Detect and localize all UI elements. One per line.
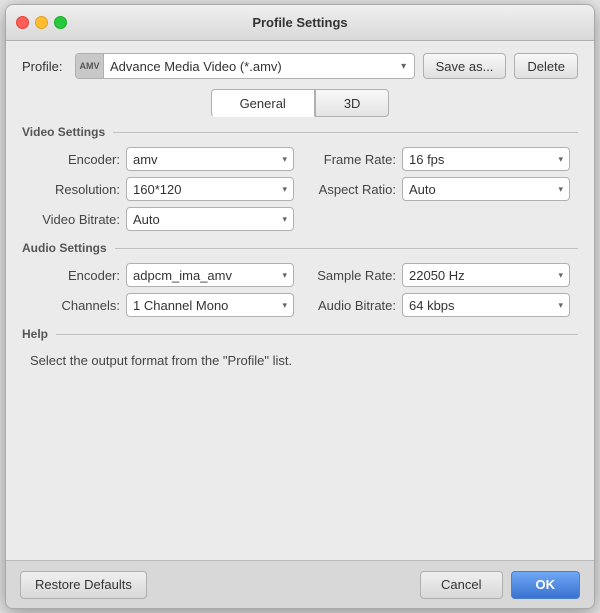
audio-encoder-label: Encoder: bbox=[30, 268, 120, 283]
encoder-value: amv bbox=[133, 152, 278, 167]
save-as-button[interactable]: Save as... bbox=[423, 53, 507, 79]
video-bitrate-select[interactable]: Auto ▾ bbox=[126, 207, 294, 231]
audio-section-line bbox=[115, 248, 578, 249]
profile-icon: AMV bbox=[76, 54, 104, 78]
help-title: Help bbox=[22, 327, 48, 341]
profile-dropdown-arrow-icon: ▾ bbox=[394, 61, 414, 72]
encoder-field-row: Encoder: amv ▾ bbox=[30, 147, 294, 171]
tab-bar: General 3D bbox=[22, 89, 578, 117]
resolution-select[interactable]: 160*120 ▾ bbox=[126, 177, 294, 201]
video-settings-section: Video Settings Encoder: amv ▾ Frame Rate… bbox=[22, 125, 578, 231]
frame-rate-field-row: Frame Rate: 16 fps ▾ bbox=[306, 147, 570, 171]
restore-defaults-button[interactable]: Restore Defaults bbox=[20, 571, 147, 599]
help-header: Help bbox=[22, 327, 578, 341]
audio-encoder-select[interactable]: adpcm_ima_amv ▾ bbox=[126, 263, 294, 287]
resolution-arrow-icon: ▾ bbox=[282, 184, 287, 195]
sample-rate-arrow-icon: ▾ bbox=[558, 270, 563, 281]
sample-rate-select[interactable]: 22050 Hz ▾ bbox=[402, 263, 570, 287]
aspect-ratio-field-row: Aspect Ratio: Auto ▾ bbox=[306, 177, 570, 201]
frame-rate-select[interactable]: 16 fps ▾ bbox=[402, 147, 570, 171]
channels-arrow-icon: ▾ bbox=[282, 300, 287, 311]
profile-select-text: Advance Media Video (*.amv) bbox=[104, 59, 394, 74]
title-bar: Profile Settings bbox=[6, 5, 594, 41]
bottom-bar: Restore Defaults Cancel OK bbox=[6, 560, 594, 608]
window-content: Profile: AMV Advance Media Video (*.amv)… bbox=[6, 41, 594, 560]
window-controls bbox=[16, 16, 67, 29]
help-section-line bbox=[56, 334, 578, 335]
audio-bitrate-select[interactable]: 64 kbps ▾ bbox=[402, 293, 570, 317]
channels-select[interactable]: 1 Channel Mono ▾ bbox=[126, 293, 294, 317]
video-bitrate-value: Auto bbox=[133, 212, 278, 227]
encoder-arrow-icon: ▾ bbox=[282, 154, 287, 165]
delete-button[interactable]: Delete bbox=[514, 53, 578, 79]
frame-rate-label: Frame Rate: bbox=[306, 152, 396, 167]
sample-rate-field-row: Sample Rate: 22050 Hz ▾ bbox=[306, 263, 570, 287]
audio-bitrate-value: 64 kbps bbox=[409, 298, 554, 313]
audio-encoder-field-row: Encoder: adpcm_ima_amv ▾ bbox=[30, 263, 294, 287]
profile-row: Profile: AMV Advance Media Video (*.amv)… bbox=[22, 53, 578, 79]
audio-bitrate-label: Audio Bitrate: bbox=[306, 298, 396, 313]
audio-settings-grid: Encoder: adpcm_ima_amv ▾ Sample Rate: 22… bbox=[22, 263, 578, 317]
bottom-right-buttons: Cancel OK bbox=[420, 571, 580, 599]
aspect-ratio-value: Auto bbox=[409, 182, 554, 197]
resolution-value: 160*120 bbox=[133, 182, 278, 197]
maximize-button[interactable] bbox=[54, 16, 67, 29]
audio-settings-section: Audio Settings Encoder: adpcm_ima_amv ▾ … bbox=[22, 241, 578, 317]
channels-field-row: Channels: 1 Channel Mono ▾ bbox=[30, 293, 294, 317]
channels-label: Channels: bbox=[30, 298, 120, 313]
window-title: Profile Settings bbox=[252, 15, 347, 30]
help-text: Select the output format from the "Profi… bbox=[22, 349, 578, 372]
minimize-button[interactable] bbox=[35, 16, 48, 29]
aspect-ratio-arrow-icon: ▾ bbox=[558, 184, 563, 195]
ok-button[interactable]: OK bbox=[511, 571, 581, 599]
encoder-label: Encoder: bbox=[30, 152, 120, 167]
video-section-line bbox=[113, 132, 578, 133]
audio-bitrate-arrow-icon: ▾ bbox=[558, 300, 563, 311]
video-settings-grid: Encoder: amv ▾ Frame Rate: 16 fps ▾ Reso… bbox=[22, 147, 578, 231]
frame-rate-value: 16 fps bbox=[409, 152, 554, 167]
sample-rate-label: Sample Rate: bbox=[306, 268, 396, 283]
close-button[interactable] bbox=[16, 16, 29, 29]
profile-label: Profile: bbox=[22, 59, 67, 74]
tab-general[interactable]: General bbox=[211, 89, 315, 117]
audio-encoder-value: adpcm_ima_amv bbox=[133, 268, 278, 283]
frame-rate-arrow-icon: ▾ bbox=[558, 154, 563, 165]
audio-settings-header: Audio Settings bbox=[22, 241, 578, 255]
help-section: Help Select the output format from the "… bbox=[22, 327, 578, 550]
tab-3d[interactable]: 3D bbox=[315, 89, 390, 117]
video-bitrate-arrow-icon: ▾ bbox=[282, 214, 287, 225]
cancel-button[interactable]: Cancel bbox=[420, 571, 502, 599]
resolution-label: Resolution: bbox=[30, 182, 120, 197]
resolution-field-row: Resolution: 160*120 ▾ bbox=[30, 177, 294, 201]
audio-encoder-arrow-icon: ▾ bbox=[282, 270, 287, 281]
encoder-select[interactable]: amv ▾ bbox=[126, 147, 294, 171]
audio-bitrate-field-row: Audio Bitrate: 64 kbps ▾ bbox=[306, 293, 570, 317]
profile-select[interactable]: AMV Advance Media Video (*.amv) ▾ bbox=[75, 53, 415, 79]
audio-settings-title: Audio Settings bbox=[22, 241, 107, 255]
video-bitrate-field-row: Video Bitrate: Auto ▾ bbox=[30, 207, 294, 231]
video-bitrate-label: Video Bitrate: bbox=[30, 212, 120, 227]
aspect-ratio-label: Aspect Ratio: bbox=[306, 182, 396, 197]
profile-settings-window: Profile Settings Profile: AMV Advance Me… bbox=[5, 4, 595, 609]
aspect-ratio-select[interactable]: Auto ▾ bbox=[402, 177, 570, 201]
video-settings-header: Video Settings bbox=[22, 125, 578, 139]
channels-value: 1 Channel Mono bbox=[133, 298, 278, 313]
sample-rate-value: 22050 Hz bbox=[409, 268, 554, 283]
video-settings-title: Video Settings bbox=[22, 125, 105, 139]
